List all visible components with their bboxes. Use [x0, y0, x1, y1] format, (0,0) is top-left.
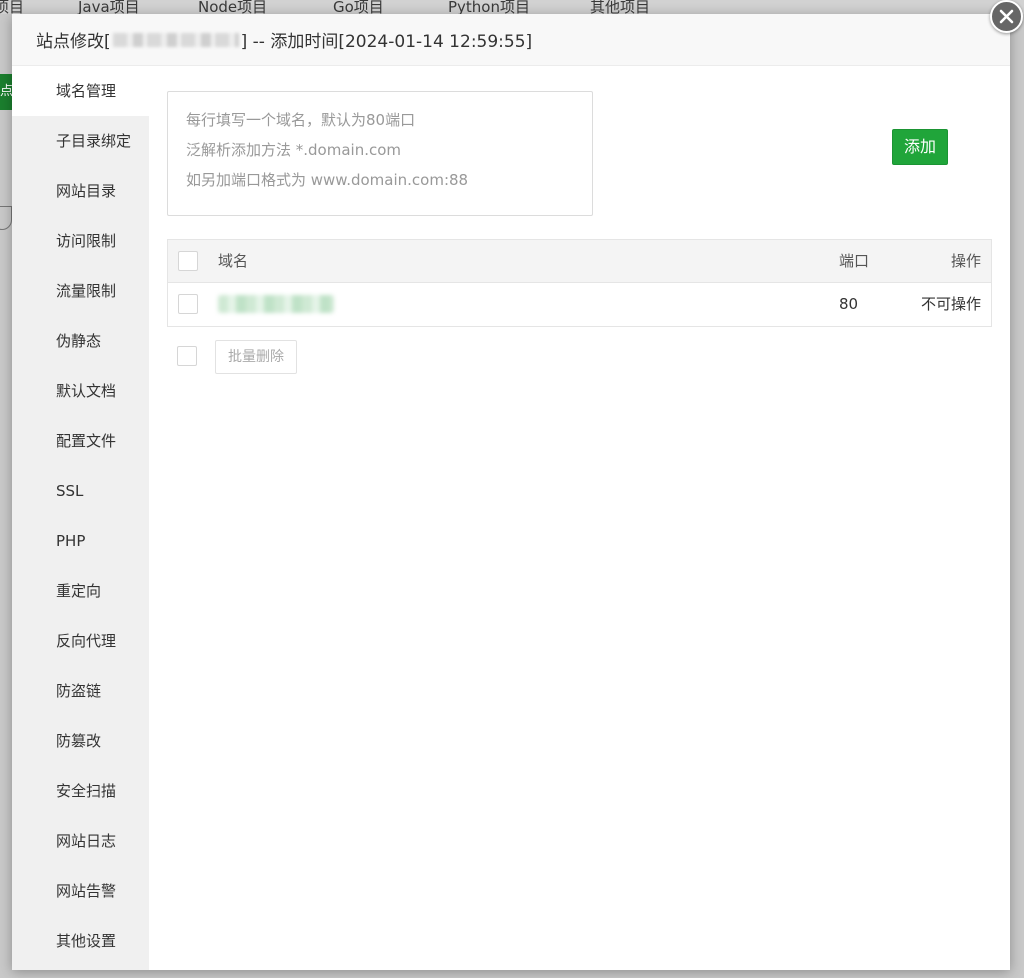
- redacted-domain-name: [218, 295, 334, 313]
- add-domain-button[interactable]: 添加: [892, 129, 948, 165]
- select-all-checkbox[interactable]: [178, 251, 198, 271]
- close-x-glyph: [999, 9, 1014, 24]
- sidebar-item-domain-management[interactable]: 域名管理: [12, 66, 149, 116]
- bulk-select-checkbox[interactable]: [177, 346, 197, 366]
- sidebar-item-access-limit[interactable]: 访问限制: [12, 216, 149, 266]
- sidebar-item-traffic-limit[interactable]: 流量限制: [12, 266, 149, 316]
- close-icon[interactable]: [990, 0, 1023, 33]
- placeholder-line: 每行填写一个域名，默认为80端口: [186, 111, 416, 129]
- bulk-delete-button[interactable]: 批量删除: [215, 340, 297, 374]
- bulk-actions: 批量删除: [167, 340, 467, 374]
- modal-header: 站点修改[ ] -- 添加时间[2024-01-14 12:59:55]: [12, 14, 1010, 66]
- domain-textarea[interactable]: 每行填写一个域名，默认为80端口 泛解析添加方法 *.domain.com 如另…: [167, 91, 593, 216]
- placeholder-line: 泛解析添加方法 *.domain.com: [186, 141, 402, 159]
- table-row: 80 不可操作: [168, 283, 991, 326]
- modal-title-prefix: 站点修改[: [36, 32, 111, 52]
- redacted-site-name: [112, 32, 239, 47]
- column-header-domain: 域名: [218, 252, 249, 270]
- domain-table: 域名 端口 操作 80 不可操作: [167, 239, 992, 327]
- column-header-operation: 操作: [950, 252, 981, 270]
- sidebar-item-config-file[interactable]: 配置文件: [12, 416, 149, 466]
- sidebar-item-subdirectory-binding[interactable]: 子目录绑定: [12, 116, 149, 166]
- sidebar-item-rewrite[interactable]: 伪静态: [12, 316, 149, 366]
- column-header-port: 端口: [839, 252, 870, 270]
- row-port: 80: [839, 295, 859, 313]
- sidebar-item-hotlink-protection[interactable]: 防盗链: [12, 666, 149, 716]
- sidebar-item-php[interactable]: PHP: [12, 516, 149, 566]
- modal-title-suffix: ] -- 添加时间[2024-01-14 12:59:55]: [240, 32, 533, 52]
- site-edit-modal: 站点修改[ ] -- 添加时间[2024-01-14 12:59:55] 域名管…: [12, 14, 1010, 970]
- sidebar-item-site-logs[interactable]: 网站日志: [12, 816, 149, 866]
- background-shield-icon: [0, 206, 12, 230]
- sidebar-item-other-settings[interactable]: 其他设置: [12, 916, 149, 966]
- row-checkbox[interactable]: [178, 294, 198, 314]
- sidebar-item-reverse-proxy[interactable]: 反向代理: [12, 616, 149, 666]
- table-header-row: 域名 端口 操作: [168, 240, 991, 283]
- domain-management-panel: 每行填写一个域名，默认为80端口 泛解析添加方法 *.domain.com 如另…: [167, 66, 992, 970]
- placeholder-line: 如另加端口格式为 www.domain.com:88: [186, 171, 469, 189]
- row-operation: 不可操作: [920, 295, 981, 313]
- modal-sidebar: 域名管理 子目录绑定 网站目录 访问限制 流量限制 伪静态 默认文档 配置文件 …: [12, 66, 149, 970]
- sidebar-item-security-scan[interactable]: 安全扫描: [12, 766, 149, 816]
- background-tab-bar: 项目 Java项目 Node项目 Go项目 Python项目 其他项目: [0, 0, 1024, 16]
- sidebar-item-site-alerts[interactable]: 网站告警: [12, 866, 149, 916]
- sidebar-item-site-directory[interactable]: 网站目录: [12, 166, 149, 216]
- sidebar-item-tamper-protection[interactable]: 防篡改: [12, 716, 149, 766]
- sidebar-item-default-document[interactable]: 默认文档: [12, 366, 149, 416]
- sidebar-item-ssl[interactable]: SSL: [12, 466, 149, 516]
- sidebar-item-redirect[interactable]: 重定向: [12, 566, 149, 616]
